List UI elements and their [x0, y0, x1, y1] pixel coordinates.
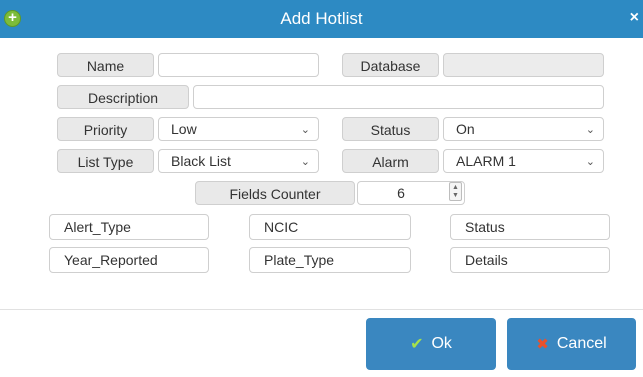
- status-value: On: [456, 121, 475, 137]
- status-label: Status: [342, 117, 439, 141]
- chevron-down-icon: ⌄: [300, 156, 310, 168]
- database-label: Database: [342, 53, 439, 77]
- priority-select[interactable]: Low ⌄: [158, 117, 319, 141]
- add-hotlist-dialog: + Add Hotlist × Name Database Descriptio…: [0, 0, 643, 377]
- chevron-down-icon: ⌄: [300, 124, 310, 136]
- description-input[interactable]: [193, 85, 604, 109]
- field-box[interactable]: Details: [450, 247, 610, 273]
- ok-button-label: Ok: [431, 335, 452, 352]
- field-box[interactable]: Status: [450, 214, 610, 240]
- list-type-value: Black List: [171, 153, 231, 169]
- stepper-down-icon[interactable]: ▼: [452, 192, 459, 199]
- description-label: Description: [57, 85, 189, 109]
- field-box[interactable]: Plate_Type: [249, 247, 411, 273]
- chevron-down-icon: ⌄: [585, 124, 595, 136]
- x-icon: ✖: [536, 336, 549, 353]
- field-box[interactable]: Alert_Type: [49, 214, 209, 240]
- priority-value: Low: [171, 121, 197, 137]
- ok-button[interactable]: ✔ Ok: [366, 318, 496, 370]
- cancel-button[interactable]: ✖ Cancel: [507, 318, 636, 370]
- dialog-titlebar: + Add Hotlist ×: [0, 0, 643, 38]
- fields-counter-stepper[interactable]: ▲ ▼: [449, 182, 462, 201]
- priority-label: Priority: [57, 117, 154, 141]
- stepper-up-icon[interactable]: ▲: [452, 184, 459, 191]
- check-icon: ✔: [410, 336, 424, 353]
- field-box[interactable]: NCIC: [249, 214, 411, 240]
- field-box[interactable]: Year_Reported: [49, 247, 209, 273]
- close-icon[interactable]: ×: [630, 9, 639, 27]
- cancel-button-label: Cancel: [556, 335, 607, 352]
- list-type-select[interactable]: Black List ⌄: [158, 149, 319, 173]
- alarm-label: Alarm: [342, 149, 439, 173]
- status-select[interactable]: On ⌄: [443, 117, 604, 141]
- dialog-title: Add Hotlist: [280, 9, 363, 28]
- chevron-down-icon: ⌄: [585, 156, 595, 168]
- list-type-label: List Type: [57, 149, 154, 173]
- name-input[interactable]: [158, 53, 319, 77]
- name-label: Name: [57, 53, 154, 77]
- alarm-select[interactable]: ALARM 1 ⌄: [443, 149, 604, 173]
- fields-counter-label: Fields Counter: [195, 181, 355, 205]
- footer-divider: [0, 309, 643, 310]
- database-input: [443, 53, 604, 77]
- alarm-value: ALARM 1: [456, 153, 516, 169]
